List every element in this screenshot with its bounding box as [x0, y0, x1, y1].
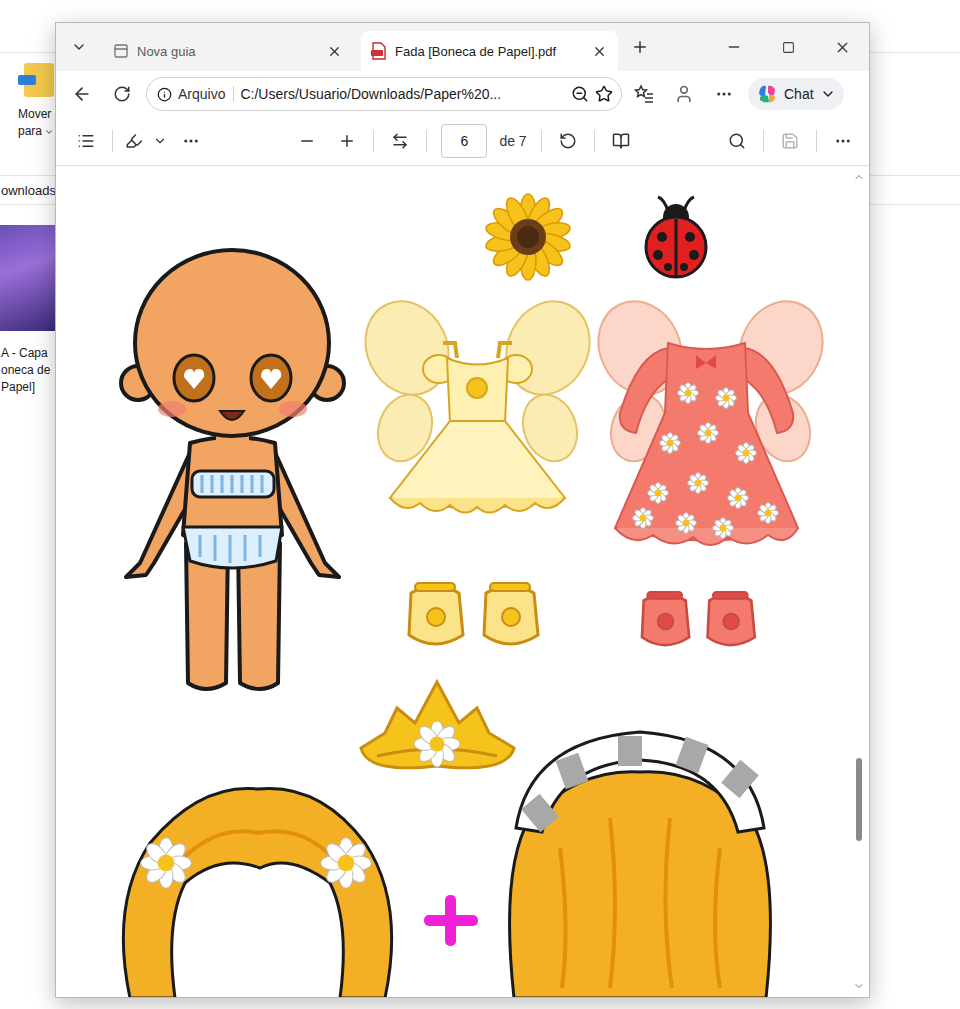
maximize-button[interactable]	[761, 23, 815, 71]
yellow-fairy-dress[interactable]	[365, 303, 590, 528]
more-tools-button[interactable]	[171, 124, 211, 158]
fit-width-icon	[391, 132, 409, 150]
sunflower[interactable]	[482, 193, 575, 281]
save-icon	[781, 132, 799, 150]
refresh-icon	[113, 85, 131, 103]
chat-button[interactable]: Chat	[748, 78, 844, 110]
profile-button[interactable]	[666, 77, 702, 111]
tab-close-button[interactable]	[590, 42, 608, 60]
new-tab-button[interactable]	[618, 27, 662, 67]
browser-tab[interactable]: Fada [Boneca de Papel].pdf	[361, 31, 618, 71]
yellow-shoes[interactable]	[405, 573, 540, 653]
chevron-down-icon	[71, 39, 87, 55]
more-icon	[715, 85, 733, 103]
draw-button[interactable]	[119, 124, 149, 158]
plus-icon	[631, 38, 649, 56]
pdf-icon	[371, 42, 387, 60]
pdf-page	[62, 168, 847, 997]
address-row: ArquivoC:/Users/Usuario/Downloads/Paper%…	[56, 71, 869, 117]
crown[interactable]	[357, 678, 518, 778]
arrow-up-icon	[853, 171, 865, 183]
desktop: MoverparaownloadsA - Capaoneca dePapel]N…	[0, 0, 960, 1009]
rotate-button[interactable]	[548, 124, 588, 158]
profile-icon	[674, 84, 694, 104]
more-icon	[182, 132, 200, 150]
maximize-icon	[782, 41, 795, 54]
more-button[interactable]	[706, 77, 742, 111]
scroll-track[interactable]	[854, 188, 864, 975]
copilot-icon	[756, 83, 778, 105]
rotate-icon	[559, 132, 577, 150]
scroll-down-button[interactable]	[852, 979, 866, 993]
two-page-icon	[612, 132, 630, 150]
chevron-down-icon	[820, 86, 836, 102]
plus-sign	[420, 893, 482, 948]
move-to-icon	[24, 63, 54, 97]
close-icon	[327, 44, 342, 59]
zoom-out-icon[interactable]	[571, 85, 589, 103]
fit-width-button[interactable]	[380, 124, 420, 158]
pdf-viewer	[56, 166, 869, 997]
page-number-input[interactable]: 6	[441, 124, 487, 158]
draw-options-button[interactable]	[149, 124, 171, 158]
save-button[interactable]	[770, 124, 810, 158]
arrow-down-icon	[853, 980, 865, 992]
scroll-up-button[interactable]	[852, 170, 866, 184]
close-icon	[834, 39, 851, 56]
search-button[interactable]	[717, 124, 757, 158]
minus-icon	[298, 132, 316, 150]
search-icon	[728, 132, 746, 150]
star-icon[interactable]	[595, 85, 613, 103]
back-icon	[72, 84, 92, 104]
tab-close-button[interactable]	[325, 42, 343, 60]
window-controls	[707, 23, 869, 71]
minimize-button[interactable]	[707, 23, 761, 71]
move-to-button[interactable]: Moverpara	[18, 63, 54, 139]
scroll-thumb[interactable]	[856, 758, 862, 841]
hair-back[interactable]	[500, 728, 780, 997]
paper-doll[interactable]	[120, 243, 345, 698]
more-icon	[834, 132, 852, 150]
more-button[interactable]	[823, 124, 863, 158]
dropdown-icon	[44, 127, 54, 137]
zoom-out-button[interactable]	[287, 124, 327, 158]
pink-shoes[interactable]	[630, 583, 765, 653]
ladybug[interactable]	[640, 193, 712, 281]
back-button[interactable]	[64, 77, 100, 111]
favorites-button[interactable]	[626, 77, 662, 111]
page-total: de 7	[487, 133, 534, 149]
close-icon	[592, 44, 607, 59]
list-icon	[77, 132, 95, 150]
file-thumbnail[interactable]	[0, 225, 55, 331]
highlighter-icon	[125, 132, 143, 150]
favorites-icon[interactable]	[634, 84, 654, 104]
vertical-scrollbar[interactable]	[849, 166, 869, 997]
page-icon	[113, 43, 129, 59]
hair-front[interactable]	[110, 783, 405, 997]
close-window-button[interactable]	[815, 23, 869, 71]
browser-window: Nova guiaFada [Boneca de Papel].pdf Arqui…	[55, 22, 870, 998]
pink-fairy-dress[interactable]	[598, 303, 815, 558]
chevron-down-icon	[153, 134, 167, 148]
address-field[interactable]: ArquivoC:/Users/Usuario/Downloads/Paper%…	[146, 77, 622, 111]
tab-actions-button[interactable]	[63, 27, 95, 67]
page-view-button[interactable]	[601, 124, 641, 158]
browser-tab[interactable]: Nova guia	[103, 31, 353, 71]
plus-icon	[338, 132, 356, 150]
refresh-button[interactable]	[104, 77, 140, 111]
pdf-toolbar: 6de 7	[56, 117, 869, 166]
minimize-icon	[726, 39, 742, 55]
info-icon	[157, 87, 172, 102]
tab-strip: Nova guiaFada [Boneca de Papel].pdf	[56, 23, 869, 71]
zoom-in-button[interactable]	[327, 124, 367, 158]
contents-button[interactable]	[66, 124, 106, 158]
